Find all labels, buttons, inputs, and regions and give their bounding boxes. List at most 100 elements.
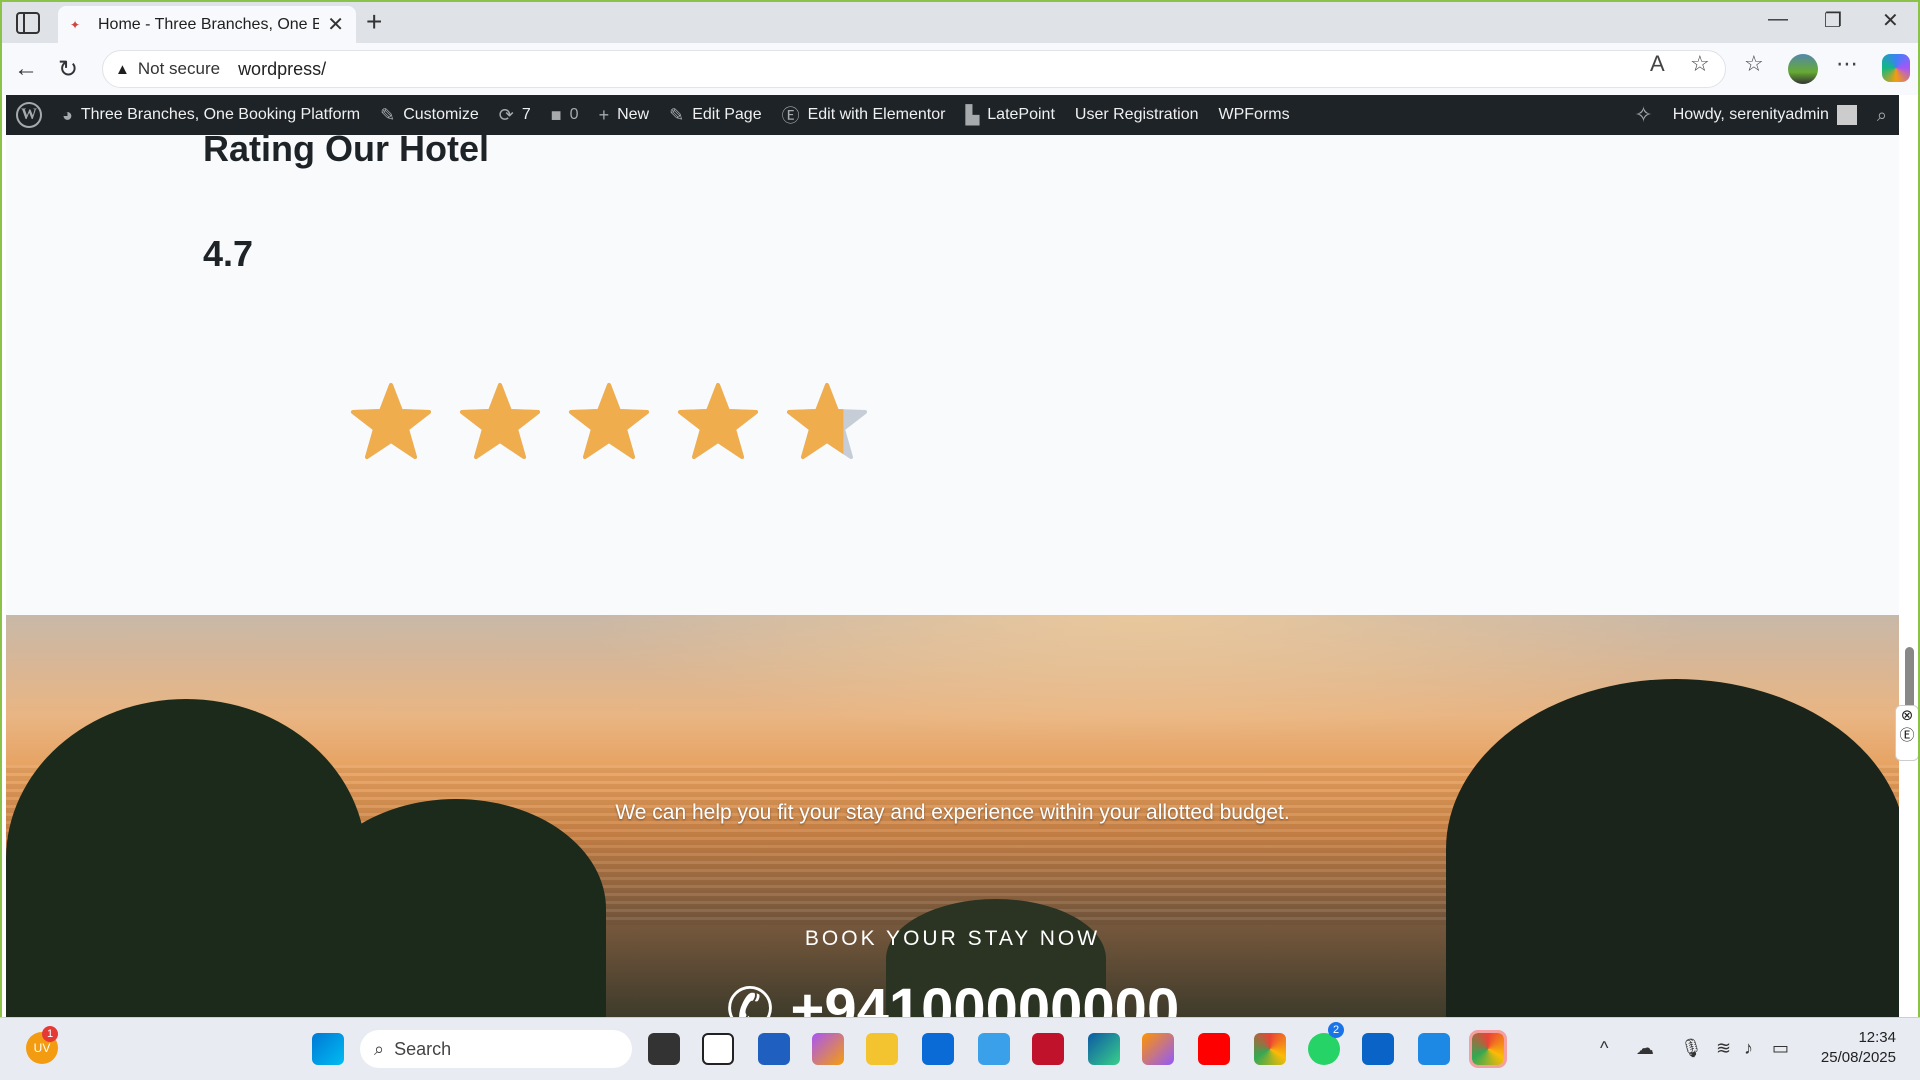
admin-user-registration[interactable]: User Registration <box>1075 106 1199 124</box>
phone-number[interactable]: ✆ +94100000000 <box>6 975 1899 1019</box>
read-aloud-icon[interactable]: A <box>1650 51 1665 77</box>
page-scrollbar[interactable] <box>1899 95 1918 1019</box>
search-placeholder: Search <box>394 1038 452 1059</box>
microphone-icon[interactable]: 🎙 <box>1680 1038 1703 1059</box>
chrome-icon[interactable] <box>1254 1033 1286 1065</box>
taskbar: UV 1 ⌕ Search 2 ^ ☁ 🎙 ≋ ♪ ▭ 12:34 25/08/… <box>0 1017 1920 1080</box>
wordpress-logo-icon[interactable]: W <box>16 102 42 128</box>
user-avatar[interactable] <box>1836 105 1857 125</box>
warning-icon: ▲ <box>115 60 130 78</box>
weather-badge: 1 <box>42 1026 58 1042</box>
volume-icon[interactable]: ♪ <box>1744 1038 1753 1059</box>
admin-updates[interactable]: ⟳ 7 <box>499 105 531 126</box>
admin-customize[interactable]: ✎ Customize <box>380 105 479 126</box>
chrome-profile-icon[interactable] <box>1469 1030 1507 1068</box>
firefox-icon[interactable] <box>1142 1033 1174 1065</box>
scrollbar-thumb[interactable] <box>1905 647 1914 713</box>
updates-count: 7 <box>521 106 531 123</box>
vscode-icon[interactable] <box>1418 1033 1450 1065</box>
star-icon <box>459 381 541 463</box>
edit-elementor-label: Edit with Elementor <box>807 106 946 123</box>
store-icon[interactable] <box>758 1033 790 1065</box>
new-tab-icon[interactable]: + <box>366 6 382 38</box>
sidebar-toggle-icon[interactable] <box>16 12 40 34</box>
palm-tree-right <box>1446 679 1899 1019</box>
user-registration-label: User Registration <box>1074 106 1199 123</box>
sparkle-icon[interactable]: ✧ <box>1634 102 1652 128</box>
onedrive-icon[interactable]: ☁ <box>1636 1038 1654 1059</box>
refresh-icon[interactable]: ↻ <box>58 55 78 84</box>
latepoint-label: LatePoint <box>987 106 1055 123</box>
ie-icon[interactable] <box>978 1033 1010 1065</box>
minimize-icon[interactable]: — <box>1768 8 1788 31</box>
task-view-icon[interactable] <box>648 1033 680 1065</box>
side-widget[interactable]: ⊗ Ⓔ <box>1895 705 1918 761</box>
star-icon <box>350 381 432 463</box>
tray-chevron-icon[interactable]: ^ <box>1600 1038 1608 1059</box>
elementor-side-icon[interactable]: Ⓔ <box>1896 724 1918 745</box>
updates-icon: ⟳ <box>498 104 514 125</box>
copilot-app-icon[interactable] <box>812 1033 844 1065</box>
phone-text: +94100000000 <box>790 977 1180 1019</box>
profile-avatar[interactable] <box>1788 54 1818 84</box>
whatsapp-badge: 2 <box>1328 1022 1344 1038</box>
close-circle-icon[interactable]: ⊗ <box>1896 706 1918 724</box>
hp-icon[interactable] <box>922 1033 954 1065</box>
back-icon[interactable]: ← <box>14 55 38 83</box>
start-icon[interactable] <box>312 1033 344 1065</box>
battery-icon[interactable]: ▭ <box>1772 1038 1789 1059</box>
favorite-star-icon[interactable]: ☆ <box>1690 51 1710 77</box>
file-explorer-icon[interactable] <box>866 1033 898 1065</box>
wpforms-label: WPForms <box>1218 106 1290 123</box>
restore-icon[interactable]: ❐ <box>1824 8 1842 33</box>
mcafee-icon[interactable] <box>1032 1033 1064 1065</box>
tab-title: Home - Three Branches, One Boo <box>98 15 320 33</box>
rating-section: Rating Our Hotel 4.7 <box>6 128 1899 615</box>
howdy-label[interactable]: Howdy, serenityadmin <box>1673 106 1829 124</box>
clock-time: 12:34 <box>1858 1029 1896 1046</box>
taskbar-search[interactable]: ⌕ Search <box>360 1030 632 1068</box>
star-icon <box>786 381 868 463</box>
admin-edit-page[interactable]: ✎ Edit Page <box>669 105 761 126</box>
search-icon[interactable]: ⌕ <box>1877 105 1887 126</box>
chatgpt-icon[interactable] <box>702 1033 734 1065</box>
latepoint-icon: ▙ <box>965 104 980 125</box>
star-icon <box>568 381 650 463</box>
close-window-icon[interactable]: ✕ <box>1882 8 1899 33</box>
admin-latepoint[interactable]: ▙ LatePoint <box>965 105 1054 126</box>
copilot-icon[interactable] <box>1882 54 1910 82</box>
address-bar[interactable]: ▲ Not secure wordpress/ <box>102 50 1726 88</box>
clock-date: 25/08/2025 <box>1820 1049 1896 1066</box>
star-icon <box>677 381 759 463</box>
security-status[interactable]: Not secure <box>138 59 220 79</box>
admin-site-name[interactable]: ◕ Three Branches, One Booking Platform <box>62 105 360 126</box>
phone-icon: ✆ <box>725 977 791 1019</box>
url-text[interactable]: wordpress/ <box>238 59 326 80</box>
tab-home[interactable]: ✦ Home - Three Branches, One Boo ✕ <box>58 6 356 43</box>
book-stay-label[interactable]: BOOK YOUR STAY NOW <box>6 927 1899 951</box>
rating-heading: Rating Our Hotel <box>203 128 489 169</box>
admin-comments[interactable]: ■ 0 <box>551 105 579 126</box>
nav-bar: ← ↻ ▲ Not secure wordpress/ A ☆ ☆ ⋯ <box>2 43 1918 95</box>
edge-icon[interactable] <box>1088 1033 1120 1065</box>
youtube-icon[interactable] <box>1198 1033 1230 1065</box>
new-label: New <box>617 106 650 123</box>
favicon-icon: ✦ <box>70 17 81 32</box>
more-menu-icon[interactable]: ⋯ <box>1836 51 1858 77</box>
banner-description: We can help you fit your stay and experi… <box>615 801 1290 824</box>
admin-new[interactable]: + New <box>599 105 650 126</box>
site-name-label: Three Branches, One Booking Platform <box>80 106 361 123</box>
clock[interactable]: 12:34 25/08/2025 <box>1812 1028 1896 1068</box>
edit-page-label: Edit Page <box>692 106 762 123</box>
star-rating <box>350 381 895 463</box>
wifi-icon[interactable]: ≋ <box>1716 1038 1731 1059</box>
admin-edit-elementor[interactable]: Ⓔ Edit with Elementor <box>782 102 946 128</box>
close-tab-icon[interactable]: ✕ <box>327 12 344 37</box>
outlook-icon[interactable] <box>1362 1033 1394 1065</box>
comments-icon: ■ <box>550 104 562 125</box>
customize-label: Customize <box>403 106 479 123</box>
comments-count: 0 <box>569 106 579 123</box>
favorites-icon[interactable]: ☆ <box>1744 51 1764 77</box>
admin-wpforms[interactable]: WPForms <box>1219 106 1290 124</box>
hero-banner: We can help you fit your stay and experi… <box>6 615 1899 1019</box>
